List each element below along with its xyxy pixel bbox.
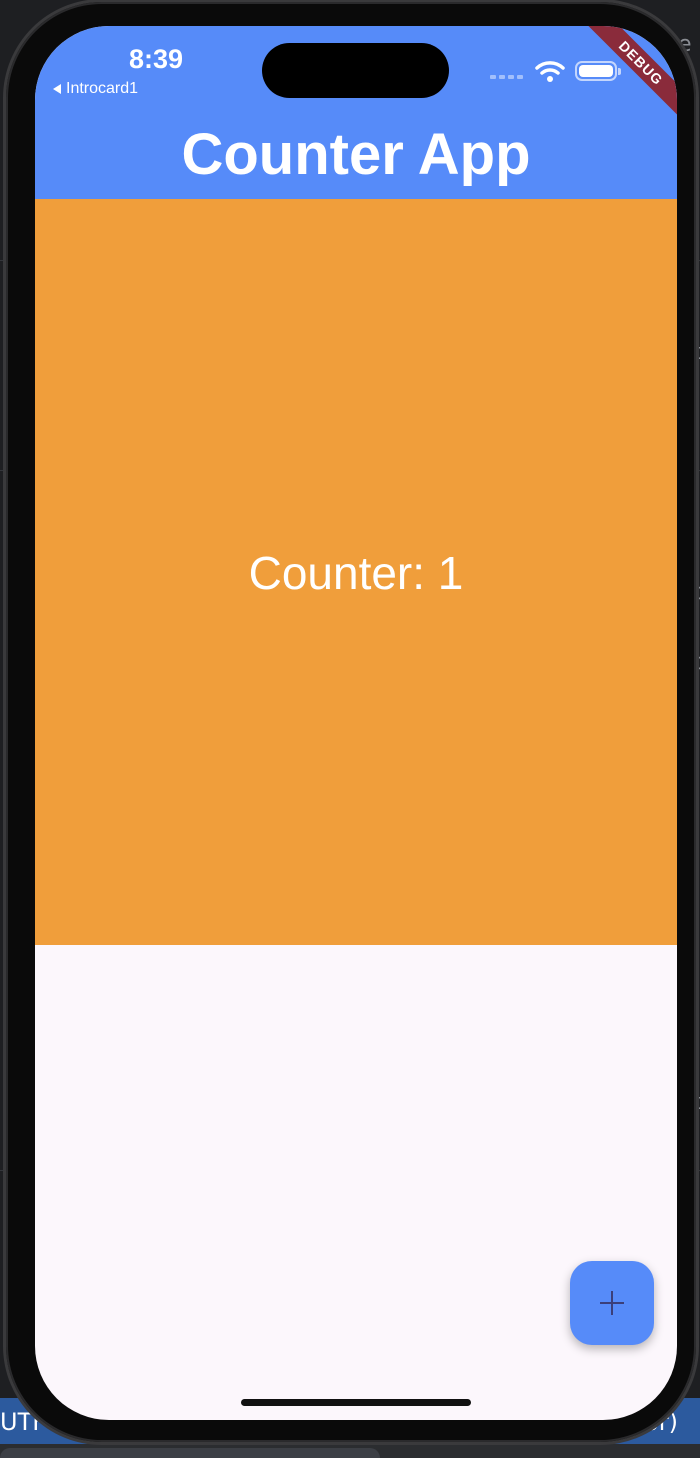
editor-bottom-strip [0, 1444, 700, 1458]
phone-screen: 8:39 Introcard1 DEBUG Counter App Counte… [35, 26, 677, 1420]
counter-value-text: Counter: 1 [248, 547, 464, 599]
dynamic-island [262, 43, 449, 98]
battery-icon [575, 61, 621, 81]
back-to-app-link[interactable]: Introcard1 [53, 80, 138, 98]
app-title: Counter App [181, 122, 531, 187]
increment-button[interactable] [570, 1261, 654, 1345]
plus-icon [600, 1291, 624, 1315]
cellular-signal-icon [490, 75, 523, 79]
editor-tab[interactable] [0, 1448, 380, 1458]
counter-panel: Counter: 1 [35, 199, 677, 945]
back-arrow-icon [53, 84, 61, 94]
back-link-label: Introcard1 [66, 80, 139, 97]
status-time: 8:39 [128, 44, 184, 74]
home-indicator[interactable] [241, 1399, 471, 1406]
app-bar: 8:39 Introcard1 DEBUG Counter App [35, 26, 677, 199]
phone-frame: 8:39 Introcard1 DEBUG Counter App Counte… [6, 2, 696, 1442]
wifi-icon [535, 61, 565, 82]
